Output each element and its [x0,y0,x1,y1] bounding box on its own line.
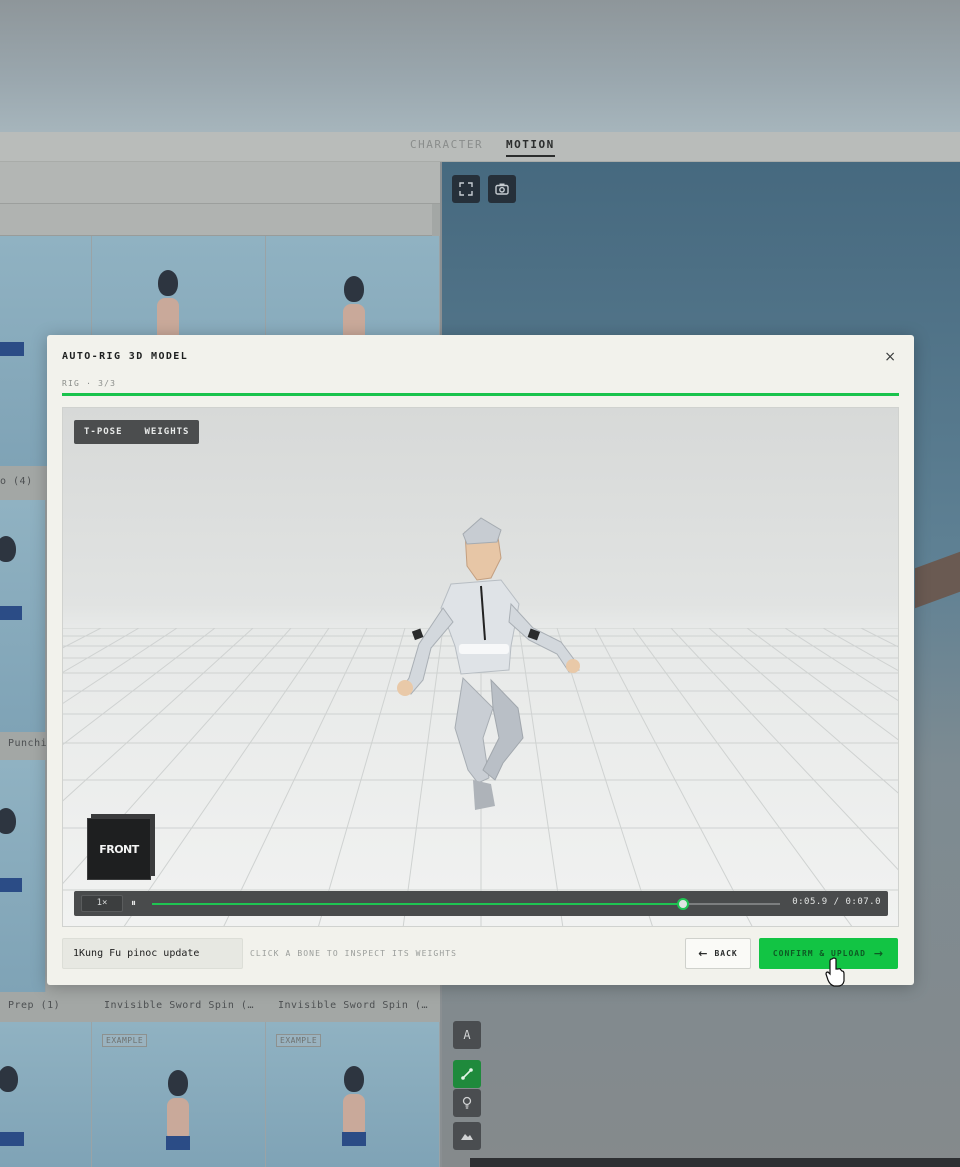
library-filter-bar[interactable] [0,204,432,236]
tab-character[interactable]: CHARACTER [410,138,483,151]
example-tag: EXAMPLE [102,1034,148,1047]
motion-thumbnail[interactable]: EXAMPLE [92,1022,266,1167]
timeline-handle[interactable] [677,898,690,910]
back-button-label: BACK [714,949,738,958]
text-tool-button[interactable]: A [453,1021,481,1049]
time-readout: 0:05.9 / 0:07.0 [792,897,881,907]
motion-thumbnail-label: Invisible Sword Spin (… [104,1000,254,1011]
weights-toggle[interactable]: WEIGHTS [145,427,190,437]
motion-thumbnail[interactable] [0,1022,92,1167]
library-search-bar[interactable] [0,162,440,204]
tpose-toggle[interactable]: T-POSE [84,427,123,437]
light-icon[interactable] [453,1089,481,1117]
model-name-input[interactable] [62,938,243,969]
view-cube[interactable]: FRONT [87,818,151,880]
close-icon[interactable]: × [884,349,896,365]
example-tag: EXAMPLE [276,1034,322,1047]
motion-thumbnail-label: o (4) [0,476,33,487]
motion-thumbnail[interactable]: EXAMPLE [266,1022,440,1167]
step-progress-fill [62,393,899,396]
motion-thumbnail-label: Punchi [8,738,48,749]
top-navigation: CHARACTER MOTION [0,132,960,162]
confirm-button-label: CONFIRM & UPLOAD [772,949,866,958]
rig-preview-viewport[interactable]: T-POSE WEIGHTS FRONT 1× ⏸ 0:05.9 / 0:07.… [62,407,899,927]
tab-motion[interactable]: MOTION [506,138,555,157]
pose-mode-toggle: T-POSE WEIGHTS [74,420,200,444]
bone-icon[interactable] [453,1060,481,1088]
scene-sky-backdrop [0,0,960,132]
playback-speed-button[interactable]: 1× [81,895,123,912]
modal-title: AUTO-RIG 3D MODEL [62,351,189,362]
fullscreen-icon[interactable] [452,175,480,203]
playback-bar: 1× ⏸ 0:05.9 / 0:07.0 [74,891,888,916]
step-indicator: RIG · 3/3 [62,379,117,388]
camera-icon[interactable] [488,175,516,203]
timeline-progress [152,903,684,905]
auto-rig-modal: AUTO-RIG 3D MODEL × RIG · 3/3 T-POSE WEI… [47,335,914,985]
motion-thumbnail-label: Invisible Sword Spin (… [278,1000,428,1011]
timeline-strip [470,1158,960,1167]
rigged-character[interactable] [63,408,899,927]
arrow-right-icon: → [873,947,885,960]
hand-cursor-icon [825,957,845,987]
motion-thumbnail-label: Prep (1) [8,1000,61,1011]
pause-icon[interactable]: ⏸ [131,896,143,911]
motion-thumbnail[interactable] [0,760,46,992]
back-button[interactable]: ← BACK [685,938,751,969]
arrow-left-icon: ← [698,947,709,960]
motion-thumbnail[interactable] [0,500,46,732]
terrain-icon[interactable] [453,1122,481,1150]
step-progress-bar [62,393,899,396]
weights-hint: CLICK A BONE TO INSPECT ITS WEIGHTS [250,949,458,958]
